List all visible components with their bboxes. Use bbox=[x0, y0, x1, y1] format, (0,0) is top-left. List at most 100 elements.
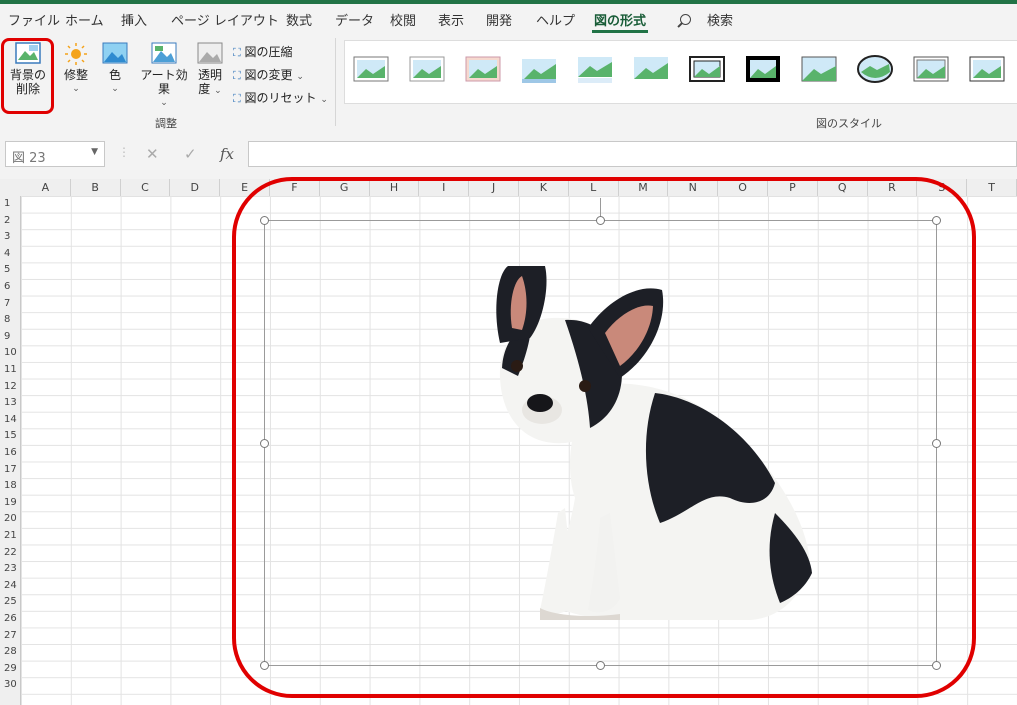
tab-picture-format[interactable]: 図の形式 bbox=[594, 10, 646, 29]
chevron-down-icon: ⌄ bbox=[320, 95, 328, 105]
picture-style-thumbnail[interactable] bbox=[857, 54, 894, 84]
picture-style-thumbnail[interactable] bbox=[633, 54, 670, 84]
row-header-bar: 1 2 3 4 5 6 7 8 9 10 11 12 13 14 15 16 17 18 19 20 21 22 23 24 2… bbox=[0, 196, 21, 705]
picture-style-thumbnail[interactable] bbox=[913, 54, 950, 84]
row-header[interactable]: 5 bbox=[0, 262, 20, 279]
row-header[interactable]: 25 bbox=[0, 594, 20, 611]
formula-bar: 図 23 ▼ ⋮ ✕ ✓ fx bbox=[0, 133, 1017, 179]
row-header[interactable]: 13 bbox=[0, 395, 20, 412]
row-header[interactable]: 3 bbox=[0, 229, 20, 246]
tab-file[interactable]: ファイル bbox=[8, 10, 60, 29]
chevron-down-icon: ⌄ bbox=[72, 84, 80, 94]
picture-style-thumbnail[interactable] bbox=[689, 54, 726, 84]
row-header[interactable]: 6 bbox=[0, 279, 20, 296]
picture-style-thumbnail[interactable] bbox=[353, 54, 390, 84]
picture-style-thumbnail[interactable] bbox=[577, 54, 614, 84]
row-header[interactable]: 16 bbox=[0, 445, 20, 462]
tab-review[interactable]: 校閲 bbox=[390, 10, 416, 29]
row-header[interactable]: 11 bbox=[0, 362, 20, 379]
ribbon-tab-bar: ファイル ホーム 挿入 ページ レイアウト 数式 データ 校閲 表示 開発 ヘル… bbox=[0, 4, 1017, 34]
reset-picture-icon: ⛶ bbox=[233, 92, 241, 105]
transparency-label-2-row: 度 ⌄ bbox=[194, 82, 226, 98]
row-header[interactable]: 15 bbox=[0, 428, 20, 445]
row-header[interactable]: 23 bbox=[0, 561, 20, 578]
picture-style-thumbnail[interactable] bbox=[409, 54, 446, 84]
tab-formulas[interactable]: 数式 bbox=[286, 10, 312, 29]
formula-input[interactable] bbox=[248, 141, 1017, 167]
artistic-effects-button[interactable]: アート効果 ⌄ bbox=[136, 42, 192, 110]
row-header[interactable]: 27 bbox=[0, 628, 20, 645]
column-header[interactable]: C bbox=[121, 179, 171, 196]
picture-styles-group-label: 図のスタイル bbox=[816, 117, 882, 130]
color-button[interactable]: 色 ⌄ bbox=[100, 42, 130, 96]
search-box[interactable]: 検索 bbox=[707, 10, 733, 29]
compress-pictures-button[interactable]: ⛶ 図の圧縮 bbox=[233, 43, 293, 60]
row-header[interactable]: 29 bbox=[0, 661, 20, 678]
name-box-value: 図 23 bbox=[12, 151, 46, 166]
row-header[interactable]: 12 bbox=[0, 379, 20, 396]
row-header[interactable]: 1 bbox=[0, 196, 20, 213]
drag-handle-icon: ⋮ bbox=[118, 145, 130, 159]
row-header[interactable]: 2 bbox=[0, 213, 20, 230]
name-box[interactable]: 図 23 ▼ bbox=[5, 141, 105, 167]
row-header[interactable]: 10 bbox=[0, 345, 20, 362]
chevron-down-icon[interactable]: ▼ bbox=[91, 147, 98, 157]
ribbon-body: 背景の 削除 修整 ⌄ 色 ⌄ アート効果 ⌄ 透明 度 ⌄ ⛶ 図の圧縮 ⛶ … bbox=[0, 34, 1017, 134]
corrections-label: 修整 bbox=[63, 68, 88, 82]
insert-function-icon[interactable]: fx bbox=[220, 145, 234, 163]
cancel-icon[interactable]: ✕ bbox=[146, 145, 159, 163]
color-label: 色 bbox=[108, 68, 121, 82]
picture-style-thumbnail[interactable] bbox=[521, 54, 558, 84]
tab-help[interactable]: ヘルプ bbox=[536, 10, 575, 29]
row-header[interactable]: 18 bbox=[0, 478, 20, 495]
color-picture-icon bbox=[102, 42, 128, 64]
row-header[interactable]: 30 bbox=[0, 677, 20, 694]
row-header[interactable]: 21 bbox=[0, 528, 20, 545]
row-header[interactable]: 9 bbox=[0, 329, 20, 346]
enter-icon[interactable]: ✓ bbox=[184, 145, 197, 163]
chevron-down-icon: ⌄ bbox=[296, 72, 304, 82]
reset-picture-label: 図のリセット bbox=[244, 91, 317, 105]
picture-style-thumbnail[interactable] bbox=[969, 54, 1006, 84]
row-header[interactable]: 19 bbox=[0, 495, 20, 512]
picture-styles-gallery bbox=[344, 40, 1017, 104]
row-header[interactable]: 4 bbox=[0, 246, 20, 263]
column-header[interactable]: A bbox=[21, 179, 71, 196]
tab-home[interactable]: ホーム bbox=[65, 10, 104, 29]
transparency-button[interactable]: 透明 度 ⌄ bbox=[194, 42, 226, 98]
corrections-button[interactable]: 修整 ⌄ bbox=[60, 42, 92, 96]
tab-page-layout[interactable]: ページ レイアウト bbox=[171, 10, 279, 29]
reset-picture-button[interactable]: ⛶ 図のリセット ⌄ bbox=[233, 89, 328, 106]
tab-data[interactable]: データ bbox=[335, 10, 374, 29]
row-header[interactable]: 28 bbox=[0, 644, 20, 661]
row-header[interactable]: 26 bbox=[0, 611, 20, 628]
transparency-label-2: 度 bbox=[198, 82, 211, 96]
row-header[interactable]: 17 bbox=[0, 462, 20, 479]
adjust-group-label: 調整 bbox=[155, 117, 177, 130]
chevron-down-icon: ⌄ bbox=[160, 98, 168, 108]
change-picture-button[interactable]: ⛶ 図の変更 ⌄ bbox=[233, 66, 304, 83]
artistic-effects-icon bbox=[151, 42, 177, 64]
row-header[interactable]: 8 bbox=[0, 312, 20, 329]
search-icon[interactable] bbox=[680, 14, 691, 25]
transparency-label-1: 透明 bbox=[197, 68, 222, 82]
transparency-icon bbox=[197, 42, 223, 64]
row-header[interactable]: 14 bbox=[0, 412, 20, 429]
chevron-down-icon: ⌄ bbox=[214, 86, 222, 96]
picture-style-thumbnail[interactable] bbox=[745, 54, 782, 84]
picture-highlight bbox=[232, 177, 976, 698]
column-header[interactable]: T bbox=[967, 179, 1017, 196]
row-header[interactable]: 20 bbox=[0, 511, 20, 528]
column-header[interactable]: B bbox=[71, 179, 121, 196]
row-header[interactable]: 7 bbox=[0, 296, 20, 313]
tab-developer[interactable]: 開発 bbox=[486, 10, 512, 29]
sun-icon bbox=[65, 43, 87, 65]
picture-style-thumbnail[interactable] bbox=[801, 54, 838, 84]
column-header[interactable]: D bbox=[170, 179, 221, 196]
artistic-effects-label: アート効果 bbox=[140, 68, 188, 96]
tab-insert[interactable]: 挿入 bbox=[121, 10, 147, 29]
tab-view[interactable]: 表示 bbox=[438, 10, 464, 29]
picture-style-thumbnail[interactable] bbox=[465, 54, 502, 84]
row-header[interactable]: 24 bbox=[0, 578, 20, 595]
row-header[interactable]: 22 bbox=[0, 545, 20, 562]
